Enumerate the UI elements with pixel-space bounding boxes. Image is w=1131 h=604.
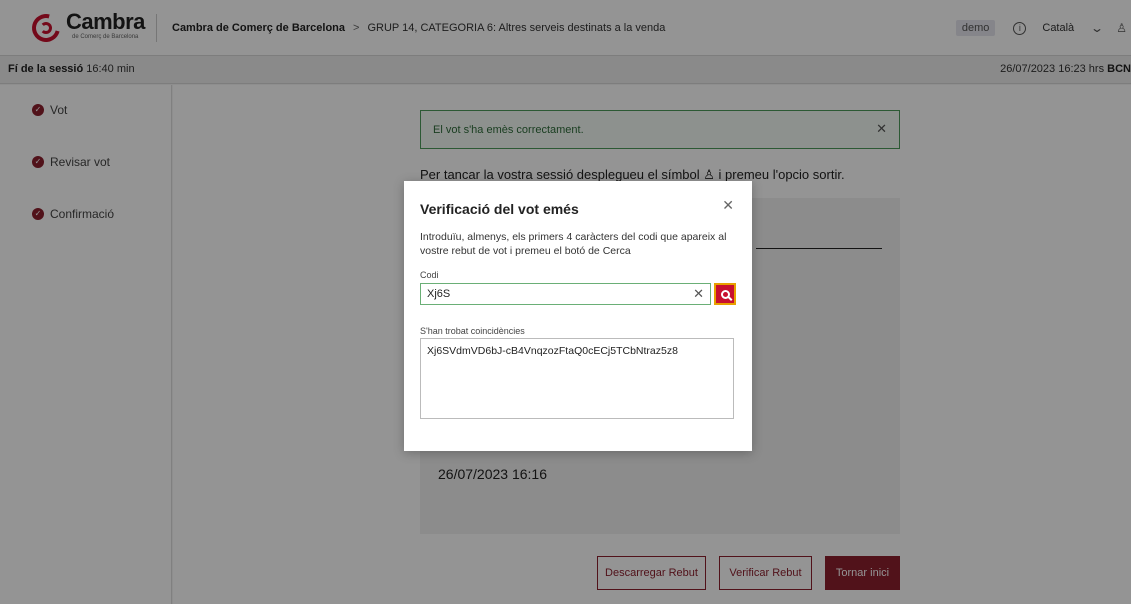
results-list: Xj6SVdmVD6bJ-cB4VnqzozFtaQ0cECj5TCbNtraz… — [420, 338, 734, 419]
close-icon[interactable]: ✕ — [722, 197, 734, 214]
code-label: Codi — [420, 270, 439, 280]
result-item[interactable]: Xj6SVdmVD6bJ-cB4VnqzozFtaQ0cECj5TCbNtraz… — [427, 345, 678, 357]
clear-icon[interactable]: ✕ — [693, 286, 704, 302]
code-input-value[interactable]: Xj6S — [427, 288, 450, 300]
verification-modal: Verificació del vot emés ✕ Introduïu, al… — [404, 181, 752, 451]
search-button[interactable] — [714, 283, 736, 305]
search-icon — [720, 289, 730, 299]
code-input[interactable]: Xj6S ✕ — [420, 283, 711, 305]
results-label: S'han trobat coincidències — [420, 326, 525, 336]
modal-description: Introduïu, almenys, els primers 4 caràct… — [420, 231, 727, 257]
modal-title: Verificació del vot emés — [420, 201, 579, 217]
